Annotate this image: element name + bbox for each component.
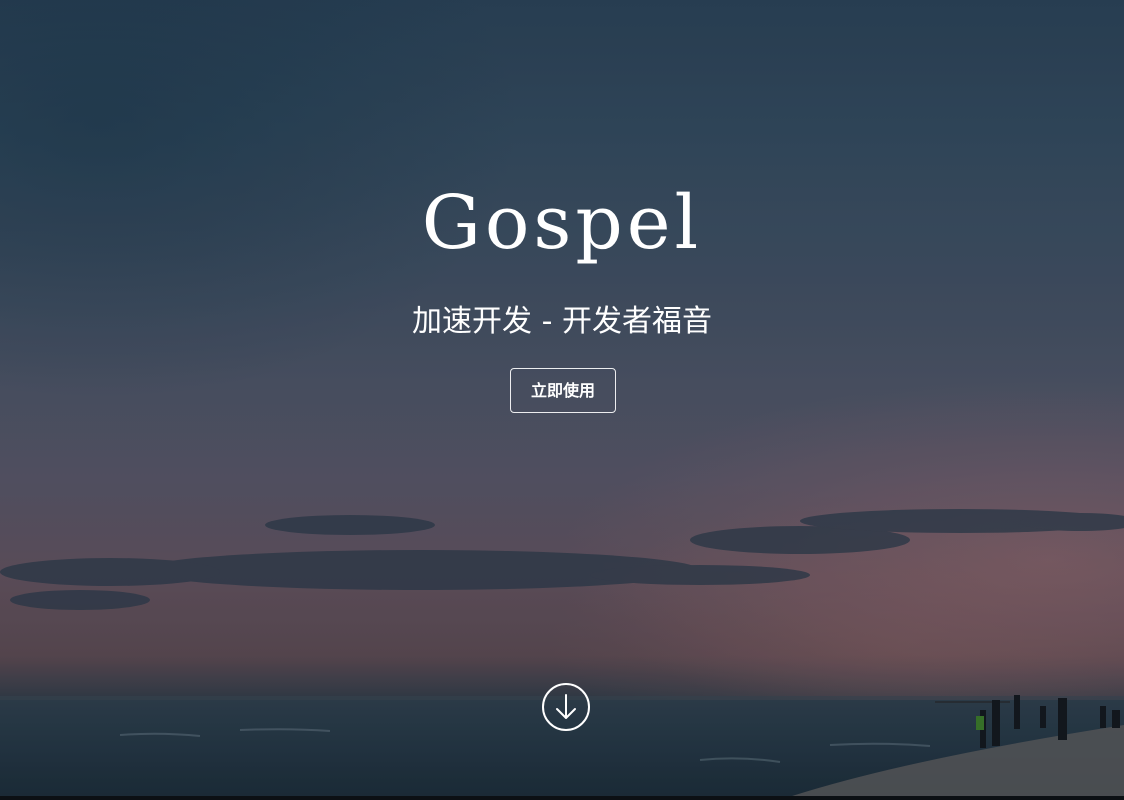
scroll-down-button[interactable]: [541, 682, 591, 732]
cloud: [0, 558, 220, 586]
bottom-edge: [0, 796, 1124, 800]
clouds: [0, 509, 1124, 610]
cloud: [590, 565, 810, 585]
page-title: Gospel: [421, 180, 703, 266]
cloud: [140, 550, 700, 590]
get-started-button[interactable]: 立即使用: [510, 368, 616, 413]
cloud: [690, 526, 910, 554]
cloud: [265, 515, 435, 535]
page-subtitle: 加速开发 - 开发者福音: [412, 304, 712, 339]
cloud: [800, 509, 1120, 533]
cloud: [1020, 513, 1124, 531]
cloud: [10, 590, 150, 610]
arrow-down-circle-icon: [542, 683, 590, 731]
hero-section: Gospel 加速开发 - 开发者福音 立即使用: [0, 0, 1124, 800]
